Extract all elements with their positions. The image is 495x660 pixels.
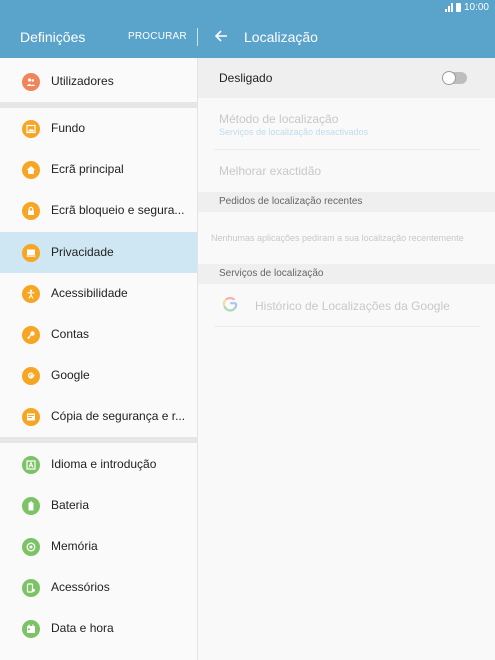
wallpaper-icon [22, 120, 40, 138]
sidebar-item-label: Acessibilidade [51, 286, 128, 300]
calendar-icon [22, 620, 40, 638]
app-bar: Definições PROCURAR Localização [0, 16, 495, 58]
sidebar-item-label: Acessórios [51, 580, 110, 594]
location-services-header-label: Serviços de localização [219, 268, 324, 279]
sidebar-item-label: Privacidade [51, 245, 114, 259]
sidebar-item-backup[interactable]: Cópia de segurança e r... [0, 396, 197, 437]
improve-accuracy-item: Melhorar exactidão [219, 164, 322, 178]
privacy-icon [22, 244, 40, 262]
divider [214, 149, 480, 150]
sidebar-item-language[interactable]: Idioma e introdução [0, 444, 197, 485]
location-method-subtitle: Serviços de localização desactivados [219, 127, 369, 137]
memory-icon [22, 538, 40, 556]
sidebar-item-label: Contas [51, 327, 90, 341]
recent-requests-header-label: Pedidos de localização recentes [219, 196, 363, 207]
settings-title: Definições [20, 29, 86, 45]
sidebar-item-label: Google [51, 368, 90, 382]
recent-requests-header: Pedidos de localização recentes [198, 192, 495, 212]
search-button[interactable]: PROCURAR [128, 31, 187, 42]
sidebar-item-lock-screen[interactable]: Ecrã bloqueio e segura... [0, 190, 197, 231]
battery-status-icon [455, 3, 461, 12]
home-icon [22, 161, 40, 179]
location-master-switch-row[interactable]: Desligado [198, 58, 495, 98]
settings-sidebar: Utilizadores Fundo Ecrã principal Ecrã b… [0, 58, 198, 660]
status-time: 10:00 [463, 2, 489, 13]
sidebar-item-wallpaper[interactable]: Fundo [0, 108, 197, 149]
accessibility-icon [22, 285, 40, 303]
google-g-icon [22, 367, 40, 385]
battery-icon [22, 497, 40, 515]
status-indicators: 10:00 [444, 2, 489, 13]
language-icon [22, 456, 40, 474]
google-location-history-item: Histórico de Localizações da Google [255, 299, 450, 313]
sidebar-item-label: Memória [51, 539, 98, 553]
sidebar-item-google[interactable]: Google [0, 355, 197, 396]
sidebar-item-label: Bateria [51, 498, 90, 512]
no-recent-requests-message: Nenhumas aplicações pediram a sua locali… [211, 233, 464, 243]
sidebar-item-label: Data e hora [51, 621, 114, 635]
sidebar-item-accessories[interactable]: Acessórios [0, 567, 197, 608]
page-title: Localização [244, 29, 318, 45]
sidebar-item-label: Cópia de segurança e r... [51, 409, 186, 423]
sidebar-item-memory[interactable]: Memória [0, 526, 197, 567]
backup-icon [22, 408, 40, 426]
sidebar-item-label: Idioma e introdução [51, 457, 157, 471]
sidebar-item-accessibility[interactable]: Acessibilidade [0, 273, 197, 314]
status-bar: 10:00 [0, 0, 495, 16]
group-separator [0, 437, 197, 443]
location-pane: Desligado Método de localização Serviços… [198, 58, 495, 660]
sidebar-item-label: Ecrã bloqueio e segura... [51, 203, 185, 217]
sidebar-item-date-time[interactable]: Data e hora [0, 608, 197, 649]
users-icon [22, 73, 40, 91]
google-icon [222, 296, 238, 312]
sidebar-item-users[interactable]: Utilizadores [0, 61, 197, 102]
location-services-header: Serviços de localização [198, 264, 495, 284]
back-arrow-icon[interactable] [213, 26, 231, 46]
signal-icon [444, 3, 453, 12]
sidebar-item-label: Fundo [51, 121, 86, 135]
master-switch-label: Desligado [219, 71, 273, 85]
location-toggle[interactable] [442, 71, 467, 85]
sidebar-item-home-screen[interactable]: Ecrã principal [0, 149, 197, 190]
key-icon [22, 326, 40, 344]
sidebar-item-label: Ecrã principal [51, 162, 124, 176]
sidebar-item-label: Utilizadores [51, 74, 114, 88]
divider [214, 326, 480, 327]
accessories-icon [22, 579, 40, 597]
app-bar-divider [197, 28, 198, 46]
sidebar-item-battery[interactable]: Bateria [0, 485, 197, 526]
sidebar-item-accounts[interactable]: Contas [0, 314, 197, 355]
toggle-knob [442, 71, 456, 85]
location-method-title: Método de localização [219, 112, 339, 126]
lock-icon [22, 202, 40, 220]
sidebar-item-privacy[interactable]: Privacidade [0, 232, 197, 273]
